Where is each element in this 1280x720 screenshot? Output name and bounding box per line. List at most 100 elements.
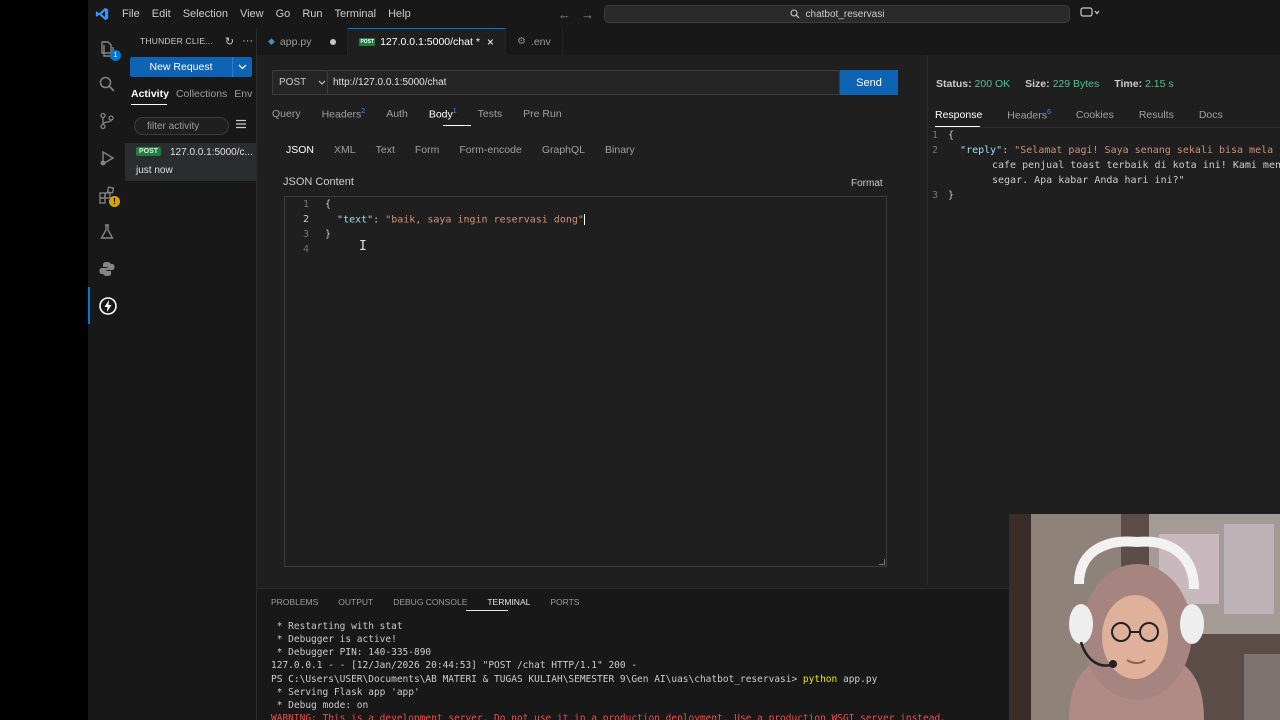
json-key: "reply" — [960, 145, 1003, 156]
line-number: 3 — [302, 229, 309, 240]
tab-request-chat[interactable]: POST 127.0.0.1:5000/chat * × — [348, 28, 506, 55]
time-info: Time: 2.15 s — [1114, 78, 1173, 90]
panel-tab-problems[interactable]: PROBLEMS — [271, 597, 318, 607]
forward-arrow-icon[interactable]: → — [581, 7, 594, 22]
chevron-down-icon[interactable] — [232, 57, 252, 77]
filter-activity-input[interactable]: filter activity — [134, 117, 229, 135]
python-icon[interactable] — [88, 250, 125, 287]
tab-headers[interactable]: Headers2 — [322, 108, 366, 121]
tab-label: 127.0.0.1:5000/chat * — [380, 36, 480, 48]
tab-auth[interactable]: Auth — [386, 108, 408, 121]
title-bar: File Edit Selection View Go Run Terminal… — [88, 0, 1280, 28]
body-tab-form-encode[interactable]: Form-encode — [459, 144, 521, 156]
terminal-line: 127.0.0.1 - - [12/Jan/2026 20:44:53] "PO… — [271, 660, 638, 671]
menu-run[interactable]: Run — [296, 0, 328, 28]
resp-tab-cookies[interactable]: Cookies — [1076, 109, 1114, 122]
resp-tab-headers[interactable]: Headers6 — [1007, 109, 1051, 122]
resp-tab-response[interactable]: Response — [935, 109, 982, 122]
format-button[interactable]: Format — [851, 178, 883, 189]
back-arrow-icon[interactable]: ← — [558, 7, 571, 22]
code-text: "text": "baik, saya ingin reservasi dong… — [325, 213, 585, 226]
copilot-icon[interactable] — [1080, 6, 1102, 21]
time-label: Time: — [1114, 78, 1143, 90]
url-input[interactable]: http://127.0.0.1:5000/chat — [328, 70, 840, 95]
tab-headers-label: Headers — [321, 108, 362, 121]
thunder-client-icon[interactable] — [88, 287, 125, 324]
menu-terminal[interactable]: Terminal — [329, 0, 383, 28]
tab-collections[interactable]: Collections — [176, 88, 227, 100]
tab-activity[interactable]: Activity — [131, 88, 169, 100]
menu-selection[interactable]: Selection — [177, 0, 234, 28]
code-text: segar. Apa kabar Anda hari ini?" — [992, 175, 1185, 186]
json-key: "text" — [337, 214, 374, 226]
terminal-warning-line: WARNING: This is a development server. D… — [271, 713, 946, 720]
tab-env[interactable]: Env — [234, 88, 252, 100]
menu-edit[interactable]: Edit — [146, 0, 177, 28]
tab-app-py[interactable]: ◆ app.py — [257, 28, 349, 55]
resp-tab-results[interactable]: Results — [1139, 109, 1174, 122]
status-label: Status: — [936, 78, 972, 90]
code-line: 3 } — [928, 188, 954, 203]
resp-tab-headers-label: Headers — [1007, 109, 1047, 122]
body-tab-text[interactable]: Text — [376, 144, 395, 156]
line-number: 3 — [931, 190, 938, 201]
line-number: 2 — [302, 214, 309, 225]
resize-handle[interactable] — [879, 559, 885, 565]
search-icon[interactable] — [88, 65, 125, 102]
terminal-tab-underline — [466, 610, 508, 611]
source-control-icon[interactable] — [88, 102, 125, 139]
resp-tab-docs[interactable]: Docs — [1199, 109, 1223, 122]
extensions-icon[interactable]: ! — [88, 176, 125, 213]
webcam-overlay — [1009, 514, 1280, 720]
explorer-icon[interactable]: 1 — [88, 30, 125, 67]
code-line: 1 { — [285, 197, 885, 212]
line-number: 2 — [931, 145, 938, 156]
body-tab-form[interactable]: Form — [415, 144, 440, 156]
size-label: Size: — [1025, 78, 1050, 90]
run-debug-icon[interactable] — [88, 139, 125, 176]
terminal-line: * Serving Flask app 'app' — [271, 687, 420, 698]
body-tab-binary[interactable]: Binary — [605, 144, 635, 156]
command-center-text: chatbot_reservasi — [805, 8, 885, 20]
new-request-button[interactable]: New Request — [130, 57, 252, 77]
search-icon — [789, 9, 799, 19]
tab-pre-run[interactable]: Pre Run — [523, 108, 562, 121]
tab-label: .env — [530, 35, 551, 48]
tab-env-file[interactable]: ⚙ .env — [506, 28, 563, 55]
panel-tab-ports[interactable]: PORTS — [550, 597, 579, 607]
filter-menu-icon[interactable] — [235, 119, 247, 132]
code-line: 4 — [285, 242, 885, 257]
menu-help[interactable]: Help — [382, 0, 417, 28]
menu-go[interactable]: Go — [270, 0, 297, 28]
panel-tab-debug-console[interactable]: DEBUG CONSOLE — [393, 597, 467, 607]
testing-flask-icon[interactable] — [88, 213, 125, 250]
method-select[interactable]: POST — [272, 70, 328, 95]
tab-body[interactable]: Body1 — [429, 108, 457, 121]
body-tab-graphql[interactable]: GraphQL — [542, 144, 585, 156]
line-number: 1 — [302, 199, 309, 210]
body-tab-xml[interactable]: XML — [334, 144, 356, 156]
panel-tab-terminal[interactable]: TERMINAL — [487, 597, 530, 607]
json-value: "Selamat pagi! Saya senang sekali bisa m… — [1014, 145, 1274, 156]
divider — [928, 127, 1280, 128]
refresh-icon[interactable]: ↻ — [225, 35, 234, 48]
json-body-editor[interactable]: 1 { 2 "text": "baik, saya ingin reservas… — [284, 196, 887, 567]
send-button[interactable]: Send — [840, 70, 898, 95]
more-actions-icon[interactable]: ··· — [242, 35, 253, 47]
close-icon[interactable]: × — [487, 35, 494, 49]
body-tab-json[interactable]: JSON — [286, 144, 314, 156]
gear-icon: ⚙ — [516, 36, 526, 47]
terminal-command: python — [802, 674, 838, 685]
tab-tests[interactable]: Tests — [478, 108, 503, 121]
code-text: } — [325, 229, 332, 240]
code-text: "reply": "Selamat pagi! Saya senang seka… — [948, 145, 1273, 156]
filter-placeholder: filter activity — [147, 120, 200, 132]
terminal-line: * Restarting with stat — [271, 621, 403, 632]
chevron-down-icon — [318, 80, 326, 85]
command-center-search[interactable]: chatbot_reservasi — [604, 5, 1070, 23]
activity-list-item[interactable]: POST 127.0.0.1:5000/c... just now — [125, 143, 257, 181]
menu-view[interactable]: View — [234, 0, 270, 28]
panel-tab-output[interactable]: OUTPUT — [338, 597, 373, 607]
menu-file[interactable]: File — [116, 0, 146, 28]
tab-query[interactable]: Query — [272, 108, 301, 121]
